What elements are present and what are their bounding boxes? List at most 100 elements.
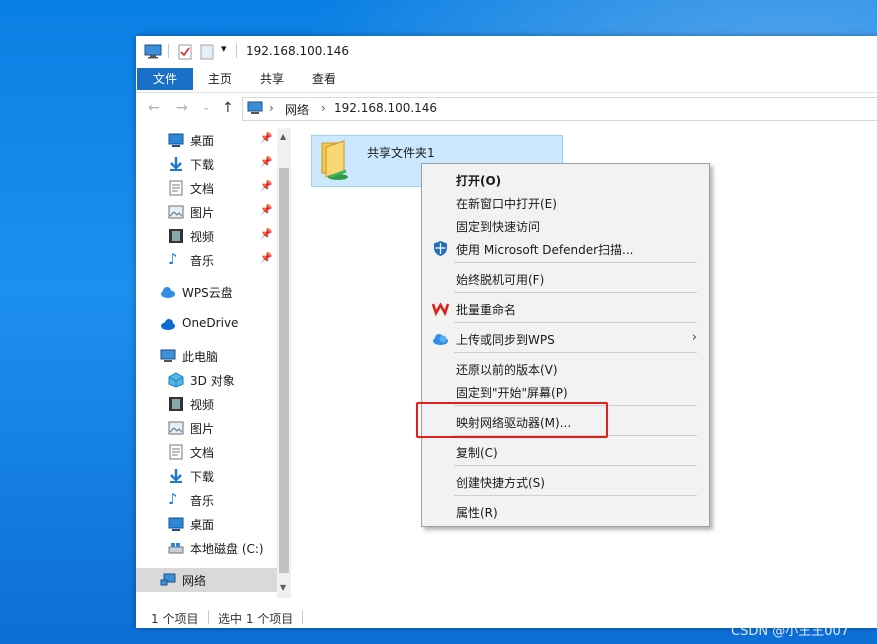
breadcrumb-network[interactable]: 网络 xyxy=(285,101,309,118)
forward-arrow-icon[interactable]: → xyxy=(176,100,188,116)
menu-item-upload-wps[interactable]: 上传或同步到WPS › xyxy=(424,327,707,349)
nav-item-label: 音乐 xyxy=(190,494,215,508)
nav-item-label: 下载 xyxy=(190,158,215,172)
cloud-icon xyxy=(160,284,176,300)
nav-item-music[interactable]: ♪ 音乐 xyxy=(136,488,277,512)
nav-item-label: 网络 xyxy=(182,574,207,588)
nav-item-documents[interactable]: 文档 📌 xyxy=(136,176,277,200)
nav-item-label: 桌面 xyxy=(190,518,215,532)
properties-icon[interactable] xyxy=(178,44,192,63)
nav-item-downloads[interactable]: 下载 xyxy=(136,464,277,488)
breadcrumb-host[interactable]: 192.168.100.146 xyxy=(334,101,437,115)
menu-separator xyxy=(454,262,697,263)
nav-item-pictures[interactable]: 图片 📌 xyxy=(136,200,277,224)
nav-item-downloads[interactable]: 下载 📌 xyxy=(136,152,277,176)
address-input[interactable]: › 网络 › 192.168.100.146 xyxy=(242,97,877,121)
menu-separator xyxy=(454,495,697,496)
pin-icon[interactable]: 📌 xyxy=(260,133,272,144)
menu-item-batch-rename[interactable]: 批量重命名 xyxy=(424,297,707,319)
selected-count: 选中 1 个项目 xyxy=(218,612,294,626)
nav-item-label: 图片 xyxy=(190,206,215,220)
chevron-right-icon: › xyxy=(321,101,326,115)
nav-item-documents[interactable]: 文档 xyxy=(136,440,277,464)
divider xyxy=(236,44,237,58)
menu-item-defender-scan[interactable]: 使用 Microsoft Defender扫描... xyxy=(424,237,707,259)
nav-item-desktop[interactable]: 桌面 📌 xyxy=(136,128,277,152)
nav-item-3d-objects[interactable]: 3D 对象 xyxy=(136,368,277,392)
menu-separator xyxy=(454,292,697,293)
tab-share[interactable]: 共享 xyxy=(250,68,294,90)
chevron-right-icon: › xyxy=(691,330,697,345)
desktop-icon xyxy=(168,516,184,532)
nav-item-label: 桌面 xyxy=(190,134,215,148)
nav-item-network[interactable]: 网络 xyxy=(136,568,277,592)
picture-icon xyxy=(168,204,184,220)
video-icon xyxy=(168,396,184,412)
nav-item-wps-cloud[interactable]: WPS云盘 xyxy=(136,280,277,304)
window-title: 192.168.100.146 xyxy=(246,44,350,58)
scroll-down-icon[interactable]: ▼ xyxy=(280,583,286,592)
menu-item-pin-start[interactable]: 固定到"开始"屏幕(P) xyxy=(424,380,707,402)
menu-item-label: 打开(O) xyxy=(456,174,502,188)
nav-item-onedrive[interactable]: OneDrive xyxy=(136,312,277,336)
divider xyxy=(302,610,303,624)
pin-icon[interactable]: 📌 xyxy=(260,205,272,216)
watermark: CSDN @小王王007 xyxy=(731,624,850,639)
nav-item-videos[interactable]: 视频 xyxy=(136,392,277,416)
menu-item-open[interactable]: 打开(O) xyxy=(424,168,707,190)
nav-item-label: 3D 对象 xyxy=(190,374,235,388)
menu-item-label: 在新窗口中打开(E) xyxy=(456,197,557,211)
divider xyxy=(168,44,169,58)
nav-item-label: 图片 xyxy=(190,422,215,436)
menu-item-label: 还原以前的版本(V) xyxy=(456,363,558,377)
menu-item-always-offline[interactable]: 始终脱机可用(F) xyxy=(424,267,707,289)
nav-item-label: OneDrive xyxy=(182,316,239,330)
nav-item-label: 视频 xyxy=(190,398,215,412)
menu-item-copy[interactable]: 复制(C) xyxy=(424,440,707,462)
tab-home[interactable]: 主页 xyxy=(198,68,242,90)
onedrive-icon xyxy=(160,316,176,332)
scroll-thumb[interactable] xyxy=(279,168,289,573)
nav-item-desktop[interactable]: 桌面 xyxy=(136,512,277,536)
annotation-highlight-box xyxy=(416,402,608,438)
nav-item-pictures[interactable]: 图片 xyxy=(136,416,277,440)
pin-icon[interactable]: 📌 xyxy=(260,181,272,192)
divider xyxy=(208,610,209,624)
video-icon xyxy=(168,228,184,244)
menu-item-label: 固定到快速访问 xyxy=(456,220,541,234)
menu-separator xyxy=(454,465,697,466)
nav-item-label: 文档 xyxy=(190,446,215,460)
defender-shield-icon xyxy=(432,240,449,257)
tab-file[interactable]: 文件 xyxy=(137,68,193,90)
pin-icon[interactable]: 📌 xyxy=(260,229,272,240)
menu-item-pin-quick-access[interactable]: 固定到快速访问 xyxy=(424,214,707,236)
nav-item-this-pc[interactable]: 此电脑 xyxy=(136,344,277,368)
nav-item-videos[interactable]: 视频 📌 xyxy=(136,224,277,248)
recent-dropdown-icon[interactable]: ⌄ xyxy=(202,102,210,113)
drive-icon xyxy=(168,540,184,556)
nav-item-label: 下载 xyxy=(190,470,215,484)
chevron-down-icon[interactable]: ▾ xyxy=(221,42,227,55)
computer-icon xyxy=(247,101,263,118)
scroll-up-icon[interactable]: ▲ xyxy=(280,132,286,141)
wps-logo-icon xyxy=(431,300,450,317)
menu-item-create-shortcut[interactable]: 创建快捷方式(S) xyxy=(424,470,707,492)
up-arrow-icon[interactable]: ↑ xyxy=(222,100,234,116)
nav-item-music[interactable]: ♪ 音乐 📌 xyxy=(136,248,277,272)
pin-icon[interactable]: 📌 xyxy=(260,157,272,168)
new-folder-icon[interactable] xyxy=(200,44,214,63)
menu-item-open-new-window[interactable]: 在新窗口中打开(E) xyxy=(424,191,707,213)
pin-icon[interactable]: 📌 xyxy=(260,253,272,264)
3d-objects-icon xyxy=(168,372,184,388)
nav-item-local-disk[interactable]: 本地磁盘 (C:) xyxy=(136,536,277,560)
nav-scrollbar[interactable]: ▲ ▼ xyxy=(277,128,291,598)
ribbon: 文件 主页 共享 查看 xyxy=(136,66,877,93)
back-arrow-icon[interactable]: ← xyxy=(148,100,160,116)
cloud-icon xyxy=(432,330,449,347)
menu-separator xyxy=(454,352,697,353)
menu-item-label: 固定到"开始"屏幕(P) xyxy=(456,386,568,400)
menu-item-restore-versions[interactable]: 还原以前的版本(V) xyxy=(424,357,707,379)
menu-item-properties[interactable]: 属性(R) xyxy=(424,500,707,522)
navigation-pane: 桌面 📌 下载 📌 文档 📌 图片 📌 视频 📌 ♪ 音乐 📌 WPS云盘 On… xyxy=(136,128,291,598)
tab-view[interactable]: 查看 xyxy=(302,68,346,90)
